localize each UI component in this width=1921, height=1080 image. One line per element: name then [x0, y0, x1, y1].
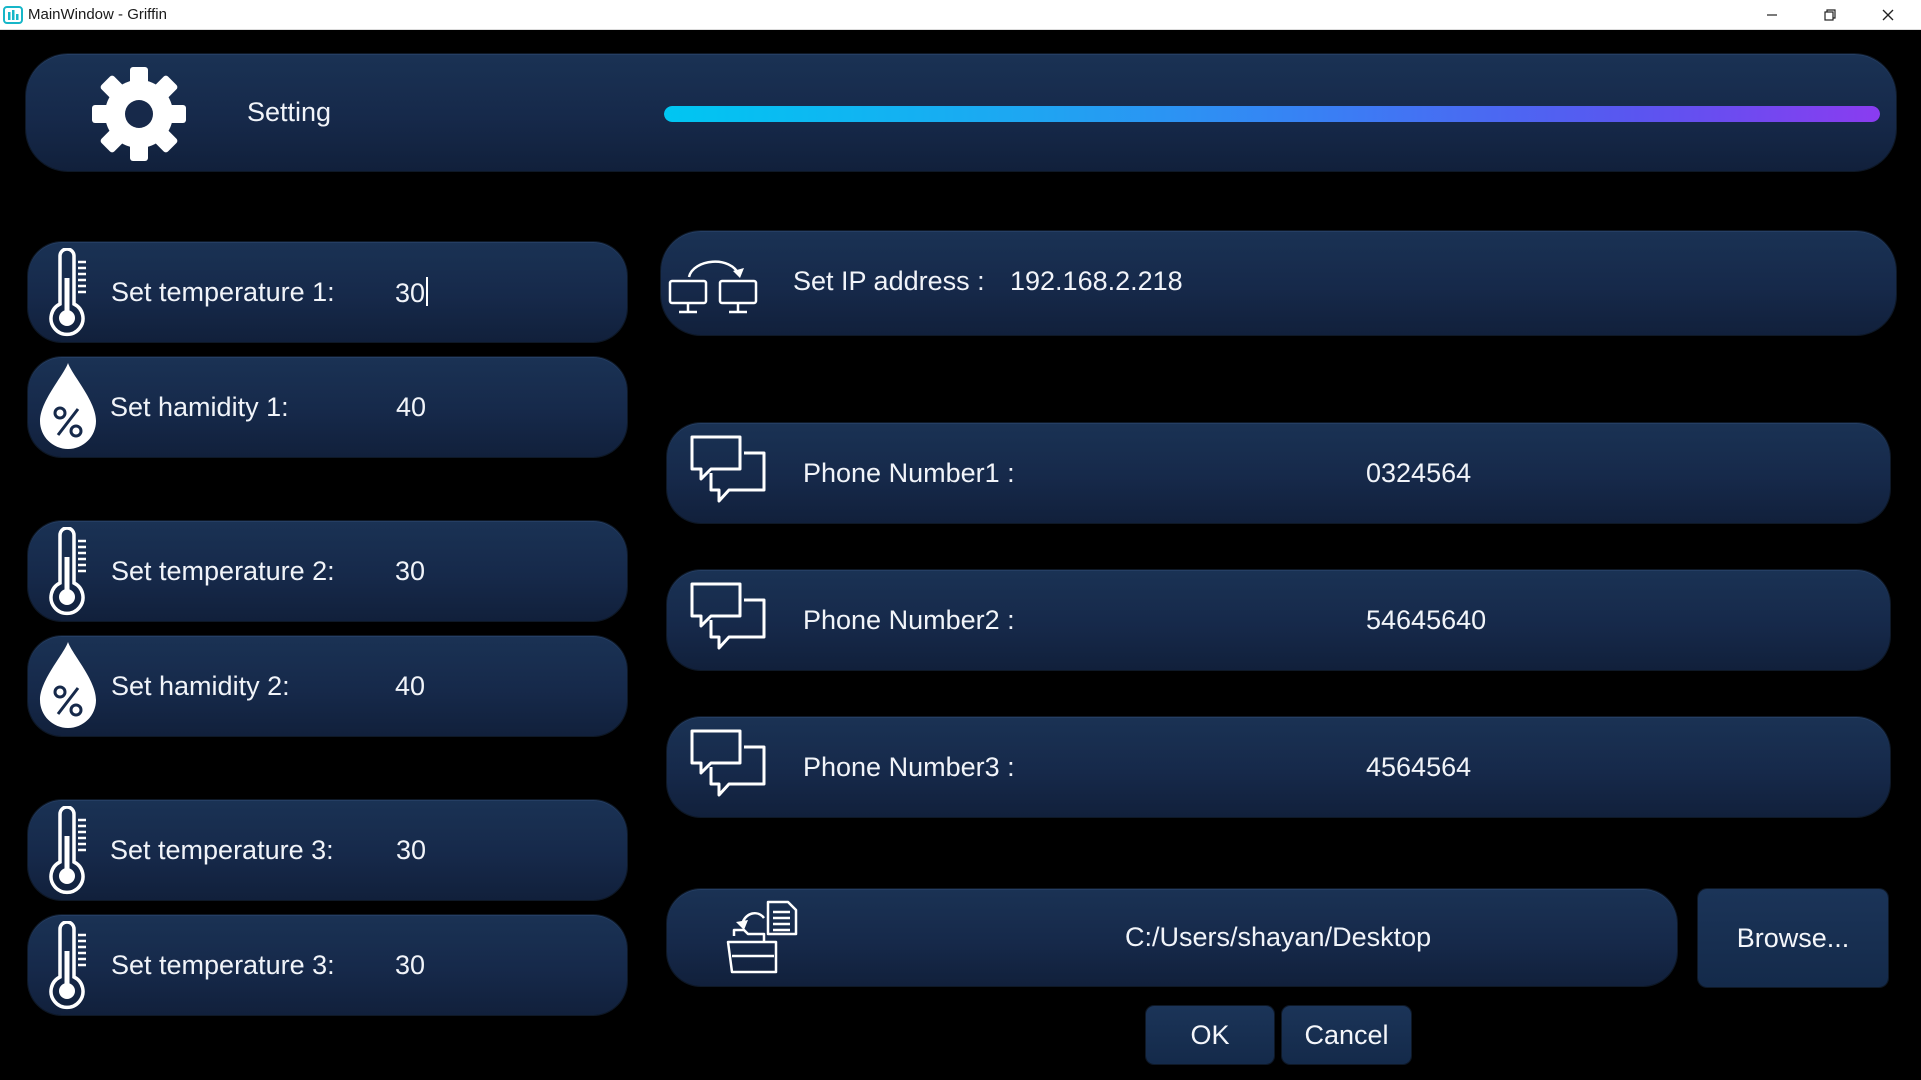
thermometer-icon — [49, 806, 86, 895]
network-sync-icon — [668, 260, 758, 314]
minimize-icon — [1767, 13, 1777, 16]
phone-1-input[interactable]: 0324564 — [1366, 458, 1471, 489]
window-title: MainWindow - Griffin — [28, 6, 167, 23]
temperature-2-input[interactable]: 30 — [395, 556, 425, 587]
phone-3-card: Phone Number3 : 4564564 — [667, 717, 1890, 817]
temperature-4-input[interactable]: 30 — [395, 950, 425, 981]
temperature-3-card: Set temperature 3: 30 — [28, 800, 627, 900]
ip-address-input[interactable]: 192.168.2.218 — [1010, 266, 1183, 297]
restore-button[interactable] — [1801, 0, 1859, 29]
settings-header: Setting — [26, 54, 1896, 171]
thermometer-icon — [49, 248, 86, 337]
ip-address-label: Set IP address : — [793, 266, 985, 296]
temperature-3-label: Set temperature 3: — [110, 835, 334, 865]
title-bar: MainWindow - Griffin — [0, 0, 1921, 30]
folder-path-card: C:/Users/shayan/Desktop — [667, 889, 1677, 986]
humidity-1-label: Set hamidity 1: — [110, 392, 289, 422]
ip-address-card: Set IP address : 192.168.2.218 — [661, 231, 1896, 335]
cancel-button[interactable]: Cancel — [1282, 1006, 1411, 1064]
phone-3-input[interactable]: 4564564 — [1366, 752, 1471, 783]
humidity-drop-icon — [40, 642, 96, 728]
chat-bubbles-icon — [690, 582, 766, 650]
folder-document-icon — [726, 900, 798, 974]
humidity-2-card: Set hamidity 2: 40 — [28, 636, 627, 736]
folder-path-input[interactable]: C:/Users/shayan/Desktop — [1125, 922, 1431, 953]
phone-1-label: Phone Number1 : — [803, 458, 1015, 488]
temperature-2-card: Set temperature 2: 30 — [28, 521, 627, 621]
temperature-1-label: Set temperature 1: — [111, 277, 335, 307]
chat-bubbles-icon — [690, 435, 766, 503]
temperature-1-input[interactable]: 30 — [395, 277, 429, 309]
close-icon — [1882, 9, 1894, 20]
humidity-1-card: Set hamidity 1: 40 — [28, 357, 627, 457]
temperature-1-card: Set temperature 1: 30 — [28, 242, 627, 342]
humidity-1-input[interactable]: 40 — [396, 392, 426, 423]
progress-bar — [664, 106, 1880, 122]
progress-fill — [664, 106, 1880, 122]
humidity-2-label: Set hamidity 2: — [111, 671, 290, 701]
phone-3-label: Phone Number3 : — [803, 752, 1015, 782]
temperature-4-label: Set temperature 3: — [111, 950, 335, 980]
chat-bubbles-icon — [690, 729, 766, 797]
phone-1-card: Phone Number1 : 0324564 — [667, 423, 1890, 523]
thermometer-icon — [49, 527, 86, 616]
minimize-button[interactable] — [1743, 0, 1801, 29]
ok-button[interactable]: OK — [1146, 1006, 1274, 1064]
temperature-3-input[interactable]: 30 — [396, 835, 426, 866]
restore-icon — [1824, 8, 1836, 21]
temperature-2-label: Set temperature 2: — [111, 556, 335, 586]
phone-2-input[interactable]: 54645640 — [1366, 605, 1486, 636]
browse-button[interactable]: Browse... — [1698, 889, 1888, 987]
thermometer-icon — [49, 921, 86, 1010]
temperature-4-card: Set temperature 3: 30 — [28, 915, 627, 1015]
text-cursor — [426, 277, 429, 306]
close-button[interactable] — [1859, 0, 1917, 29]
phone-2-label: Phone Number2 : — [803, 605, 1015, 635]
phone-2-card: Phone Number2 : 54645640 — [667, 570, 1890, 670]
humidity-2-input[interactable]: 40 — [395, 671, 425, 702]
humidity-drop-icon — [40, 363, 96, 449]
gear-icon — [92, 67, 186, 161]
page-title: Setting — [247, 97, 332, 127]
app-logo-icon — [3, 6, 23, 24]
